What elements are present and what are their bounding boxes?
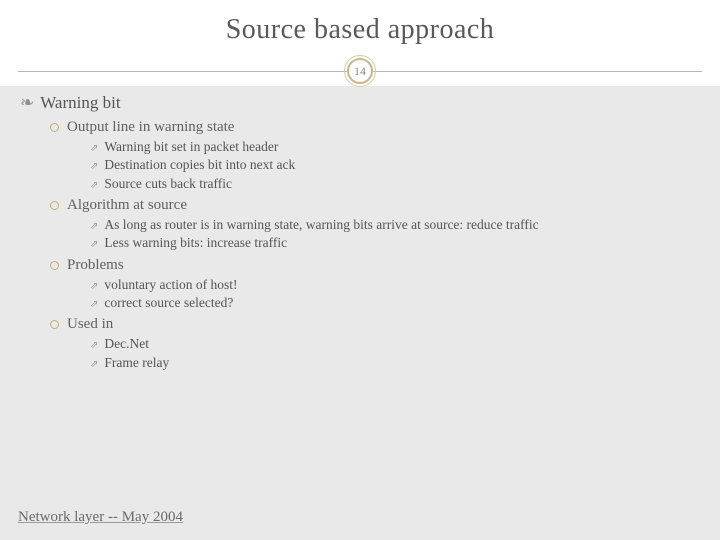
section-label: Output line in warning state [67, 119, 234, 135]
list-item: ⇗ voluntary action of host! [90, 276, 700, 294]
footer-text: Network layer -- May 2004 [18, 509, 183, 525]
circle-bullet-icon [50, 320, 59, 329]
list-item: ⇗ Dec.Net [90, 335, 700, 353]
page-number: 14 [354, 64, 366, 79]
item-text: correct source selected? [104, 295, 233, 310]
footer: Network layer -- May 2004 [0, 501, 720, 540]
arrow-bullet-icon: ⇗ [90, 221, 98, 232]
heading-l1: ❧ Warning bit [20, 92, 700, 115]
list-item: ⇗ Destination copies bit into next ack [90, 156, 700, 174]
arrow-bullet-icon: ⇗ [90, 281, 98, 292]
section-heading: Problems [50, 255, 700, 275]
arrow-bullet-icon: ⇗ [90, 340, 98, 351]
slide: Source based approach 14 ❧ Warning bit Ou… [0, 0, 720, 540]
arrow-bullet-icon: ⇗ [90, 161, 98, 172]
arrow-bullet-icon: ⇗ [90, 180, 98, 191]
circle-bullet-icon [50, 123, 59, 132]
arrow-bullet-icon: ⇗ [90, 239, 98, 250]
list-item: ⇗ Frame relay [90, 354, 700, 372]
slide-title: Source based approach [0, 14, 720, 46]
item-text: Destination copies bit into next ack [104, 157, 295, 172]
list-item: ⇗ Source cuts back traffic [90, 175, 700, 193]
item-text: Frame relay [104, 355, 169, 370]
arrow-bullet-icon: ⇗ [90, 143, 98, 154]
list-item: ⇗ Warning bit set in packet header [90, 138, 700, 156]
flourish-bullet-icon: ❧ [20, 93, 34, 112]
section-label: Algorithm at source [67, 197, 187, 213]
item-text: Source cuts back traffic [104, 176, 232, 191]
arrow-bullet-icon: ⇗ [90, 359, 98, 370]
circle-bullet-icon [50, 261, 59, 270]
item-text: Dec.Net [104, 336, 149, 351]
section-label: Problems [67, 257, 124, 273]
circle-bullet-icon [50, 201, 59, 210]
list-item: ⇗ correct source selected? [90, 294, 700, 312]
content-area: ❧ Warning bit Output line in warning stat… [0, 86, 720, 501]
title-area: Source based approach [0, 0, 720, 52]
section-label: Used in [67, 316, 113, 332]
list-item: ⇗ As long as router is in warning state, … [90, 216, 700, 234]
divider: 14 [18, 56, 702, 86]
page-number-badge: 14 [347, 58, 373, 84]
list-item: ⇗ Less warning bits: increase traffic [90, 234, 700, 252]
section-heading: Output line in warning state [50, 117, 700, 137]
heading-text: Warning bit [40, 93, 120, 112]
section-heading: Used in [50, 314, 700, 334]
section-heading: Algorithm at source [50, 195, 700, 215]
arrow-bullet-icon: ⇗ [90, 299, 98, 310]
item-text: voluntary action of host! [104, 277, 237, 292]
item-text: As long as router is in warning state, w… [104, 217, 538, 232]
item-text: Warning bit set in packet header [104, 139, 278, 154]
item-text: Less warning bits: increase traffic [104, 235, 287, 250]
